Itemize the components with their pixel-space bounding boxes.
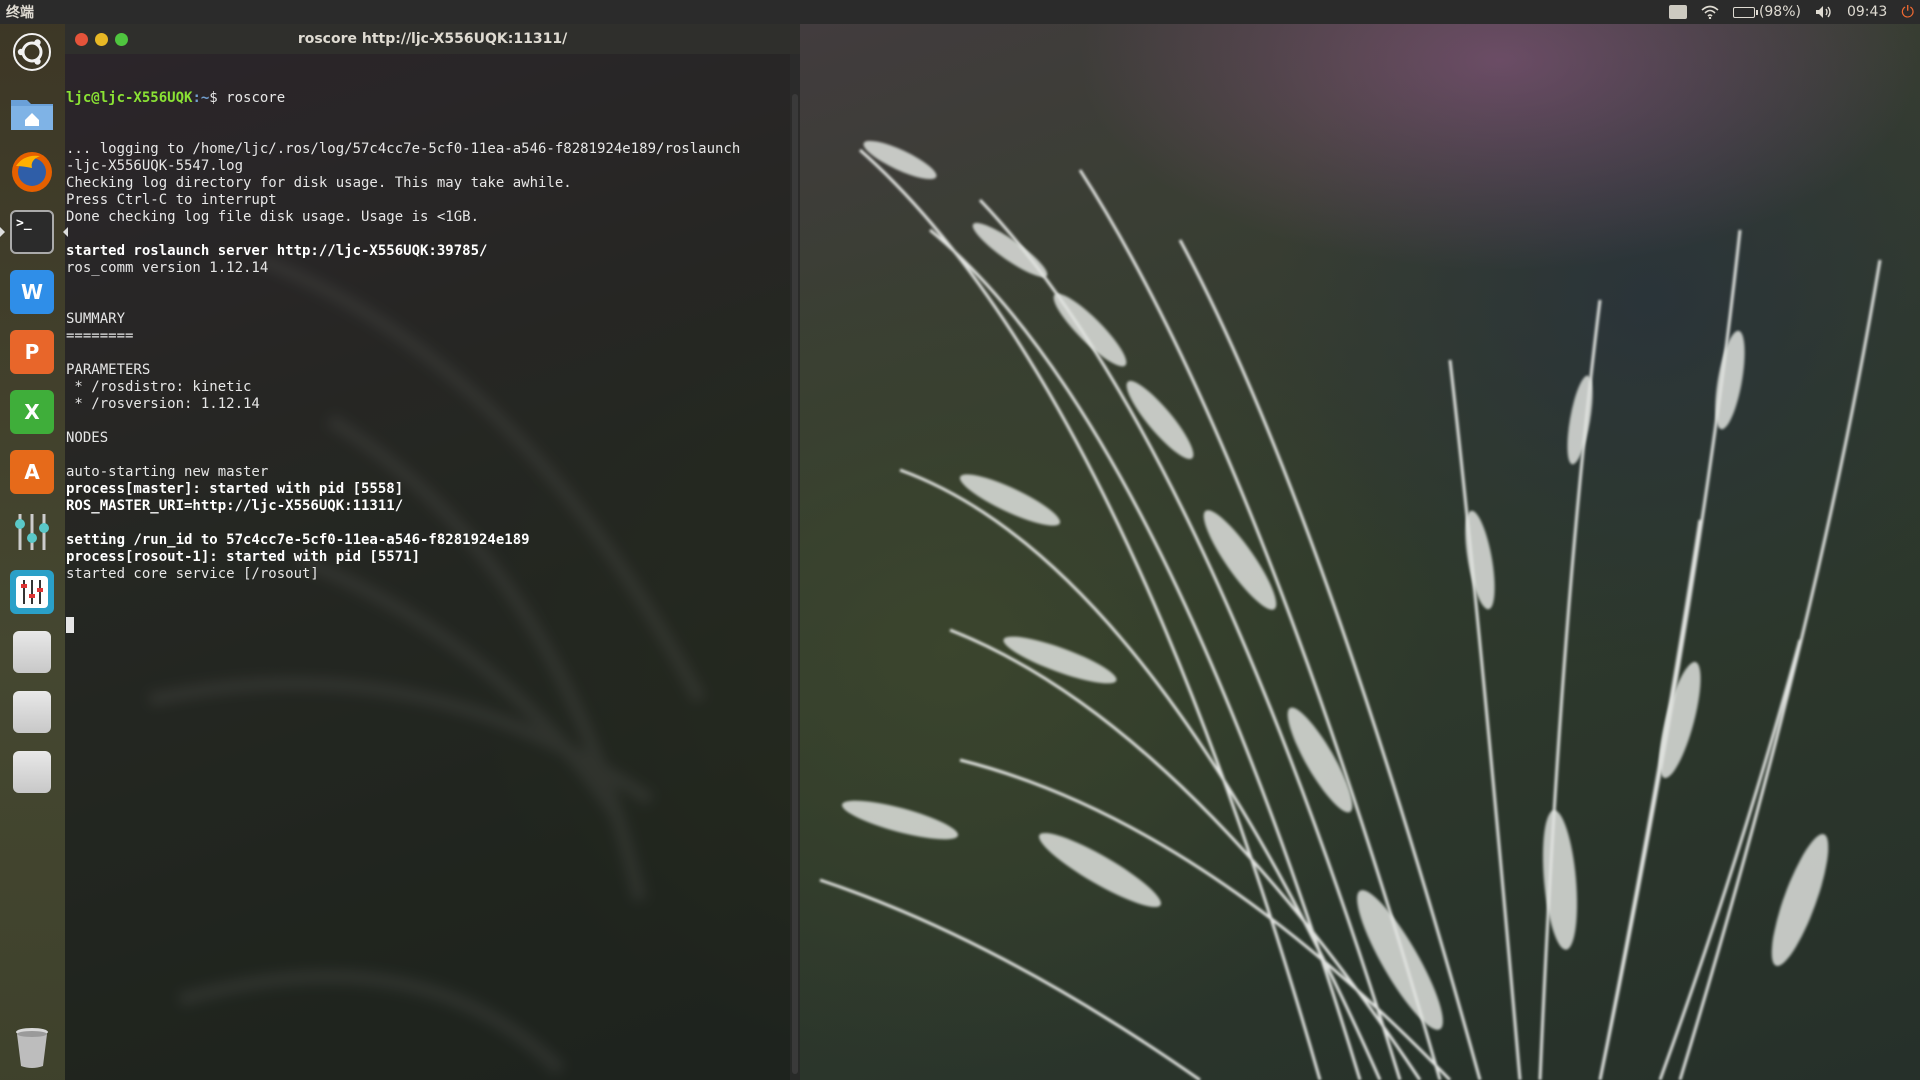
prompt-line: ljc@ljc-X556UQK:~$ roscore — [66, 90, 789, 107]
drive-icon — [13, 691, 51, 733]
window-title: roscore http://ljc-X556UQK:11311/ — [297, 31, 568, 47]
terminal-line: process[rosout-1]: started with pid [557… — [66, 549, 421, 565]
terminal-window[interactable]: roscore http://ljc-X556UQK:11311/ ljc@lj… — [65, 24, 800, 1080]
trash-icon — [16, 1028, 48, 1068]
terminal-line: NODES — [66, 430, 109, 446]
prompt-path: :~ — [192, 90, 210, 106]
sound-indicator[interactable] — [1815, 5, 1833, 19]
volume-icon — [1815, 6, 1831, 18]
terminal-line: -ljc-X556UQK-5547.log — [66, 158, 244, 174]
firefox-icon — [12, 152, 52, 192]
terminal-icon: >_ — [10, 210, 54, 254]
terminal-line: process[master]: started with pid [5558] — [66, 481, 404, 497]
cursor-line — [66, 617, 789, 634]
battery-icon — [1732, 6, 1758, 18]
terminal-line: ======== — [66, 328, 134, 344]
writer-icon: W — [10, 270, 54, 314]
ubuntu-logo-icon — [13, 33, 51, 71]
launcher-item-files[interactable] — [8, 88, 56, 136]
indicator-area: (98%) 09:43 ⏻ — [1668, 2, 1914, 22]
impress-icon: P — [10, 330, 54, 374]
terminal-line: ROS_MASTER_URI=http://ljc-X556UQK:11311/ — [66, 498, 404, 514]
launcher-item-drive-3[interactable] — [8, 748, 56, 796]
network-indicator[interactable] — [1701, 5, 1719, 19]
terminal-output[interactable]: ljc@ljc-X556UQK:~$ roscore ... logging t… — [65, 54, 790, 1080]
launcher-item-dash[interactable] — [8, 28, 56, 76]
power-icon: ⏻ — [1901, 2, 1914, 21]
prompt-command: $ roscore — [209, 90, 286, 106]
terminal-line: * /rosversion: 1.12.14 — [66, 396, 260, 412]
drive-icon — [13, 751, 51, 793]
active-app-arrow — [0, 227, 5, 237]
launcher-item-calc[interactable]: X — [8, 388, 56, 436]
terminal-line: ros_comm version 1.12.14 — [66, 260, 269, 276]
terminal-line: Press Ctrl-C to interrupt — [66, 192, 277, 208]
terminal-lines: ... logging to /home/ljc/.ros/log/57c4cc… — [66, 141, 789, 583]
terminal-scrollbar[interactable] — [790, 54, 800, 1080]
clock[interactable]: 09:43 — [1847, 4, 1887, 20]
sliders-icon — [15, 514, 49, 550]
launcher-item-software-center[interactable]: A — [8, 448, 56, 496]
text-cursor — [66, 617, 74, 633]
terminal-line: auto-starting new master — [66, 464, 269, 480]
focused-app-arrow — [63, 227, 68, 237]
launcher-item-impress[interactable]: P — [8, 328, 56, 376]
terminal-line: PARAMETERS — [66, 362, 151, 378]
terminal-line: * /rosdistro: kinetic — [66, 379, 252, 395]
terminal-line: Checking log directory for disk usage. T… — [66, 175, 572, 191]
active-app-name: 终端 — [6, 5, 34, 21]
terminal-line: setting /run_id to 57c4cc7e-5cf0-11ea-a5… — [66, 532, 530, 548]
mixer-icon — [10, 570, 54, 614]
calc-icon: X — [10, 390, 54, 434]
keyboard-icon — [1668, 5, 1687, 19]
software-center-icon: A — [10, 450, 54, 494]
launcher-item-writer[interactable]: W — [8, 268, 56, 316]
top-panel: 终端 (98%) 09:43 ⏻ — [0, 0, 1920, 24]
launcher: >_ W P X A — [0, 24, 68, 1080]
wifi-icon — [1701, 5, 1719, 19]
clock-time: 09:43 — [1846, 4, 1888, 20]
terminal-line: started roslaunch server http://ljc-X556… — [66, 243, 488, 259]
terminal-line: started core service [/rosout] — [66, 566, 319, 582]
keyboard-indicator[interactable] — [1668, 5, 1687, 19]
launcher-item-mixer[interactable] — [8, 568, 56, 616]
terminal-line: Done checking log file disk usage. Usage… — [66, 209, 480, 225]
launcher-item-drive-1[interactable] — [8, 628, 56, 676]
battery-indicator[interactable]: (98%) — [1732, 4, 1801, 20]
launcher-item-terminal[interactable]: >_ — [0, 208, 68, 256]
drive-icon — [13, 631, 51, 673]
launcher-item-firefox[interactable] — [8, 148, 56, 196]
terminal-line: SUMMARY — [66, 311, 126, 327]
battery-percent: (98%) — [1758, 4, 1801, 20]
terminal-line: ... logging to /home/ljc/.ros/log/57c4cc… — [66, 141, 741, 157]
launcher-item-trash[interactable] — [8, 1024, 56, 1072]
launcher-item-drive-2[interactable] — [8, 688, 56, 736]
session-menu[interactable]: ⏻ — [1901, 2, 1914, 22]
home-folder-icon — [11, 100, 53, 130]
scrollbar-thumb[interactable] — [792, 94, 798, 1074]
prompt-user: ljc@ljc-X556UQK — [66, 90, 193, 106]
terminal-titlebar[interactable]: roscore http://ljc-X556UQK:11311/ — [65, 24, 800, 54]
launcher-item-settings[interactable] — [8, 508, 56, 556]
